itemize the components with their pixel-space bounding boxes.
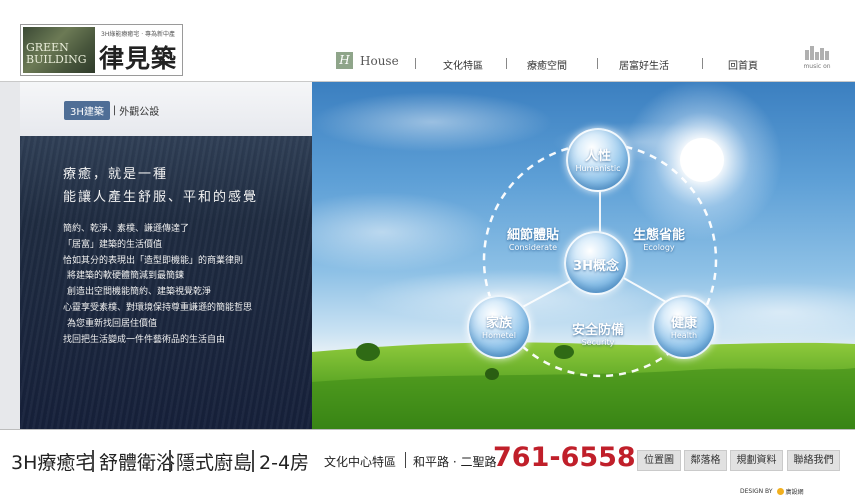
hero-image: 3H概念 人性 Humanistic 家族 Hometel 健康 Health …	[312, 82, 855, 429]
body-line: 「居富」建築的生活價值	[63, 239, 163, 250]
logo-name: 律見築	[99, 44, 178, 73]
body-line: 為您重新找回居住價值	[67, 318, 158, 329]
nav-item-home[interactable]: 回首頁	[728, 57, 758, 72]
music-toggle[interactable]: music on	[798, 46, 836, 70]
float-label-zh: 安全防備	[571, 323, 624, 338]
phone-number[interactable]: 761-6558	[493, 442, 636, 473]
float-label-zh: 生態省能	[632, 228, 685, 243]
footer-divider	[0, 429, 855, 430]
headline-line: 療癒，就是一種	[63, 167, 169, 182]
nav-item-healing-space[interactable]: 療癒空間	[527, 57, 567, 72]
site-header: GREEN BUILDING 3H綠能療癒宅 · 專為新中產 律見築 H Hou…	[0, 0, 855, 82]
concept-node-hometel[interactable]: 家族 Hometel	[467, 295, 531, 359]
body-line: 簡約、乾淨、素樸、謙遜傳達了	[63, 224, 190, 234]
feature-healing-home: 3H療癒宅	[11, 452, 95, 474]
green-building-logo-mark: GREEN BUILDING	[23, 27, 95, 73]
body-line: 將建築的軟硬體簡減到最簡鍊	[67, 271, 185, 282]
logo-tagline: 3H綠能療癒宅 · 專為新中產	[101, 31, 176, 38]
feature-rooms: 2-4房	[259, 452, 310, 474]
float-label-zh: 細節體貼	[506, 228, 559, 243]
float-label-en: Considerate	[508, 243, 558, 252]
node-label-zh: 家族	[485, 316, 512, 331]
nav-home-label: House	[360, 53, 399, 68]
footer-address: 和平路 · 二聖路	[413, 455, 497, 469]
site-logo[interactable]: GREEN BUILDING 3H綠能療癒宅 · 專為新中產 律見築	[20, 24, 183, 76]
node-label-zh: 人性	[584, 149, 611, 164]
nav-separator	[597, 58, 598, 69]
node-label-en: Hometel	[482, 331, 516, 340]
body-line: 恰如其分的表現出「造型即機能」的商業律則	[63, 255, 244, 266]
node-label-zh: 健康	[670, 316, 697, 331]
credit-logo-icon	[776, 488, 784, 495]
logo-mark-line1: GREEN	[26, 41, 69, 54]
footer-separator	[252, 450, 254, 472]
planning-info-button[interactable]: 規劃資料	[730, 450, 783, 471]
crumb-current: 外觀公設	[119, 107, 160, 118]
concept-center-node[interactable]: 3H概念	[564, 231, 628, 295]
footer-separator	[169, 450, 171, 472]
node-label-en: Health	[670, 331, 698, 340]
nav-separator	[415, 58, 416, 69]
design-credit[interactable]: DESIGN BY 廣設網	[740, 487, 804, 496]
nav-home[interactable]: H House	[336, 52, 399, 69]
footer-location: 文化中心特區	[324, 455, 397, 469]
nav-separator	[702, 58, 703, 69]
feature-bath: 舒體衛浴	[99, 452, 176, 474]
feature-kitchen: 隱式廚島	[176, 452, 253, 474]
float-label-en: Security	[581, 338, 615, 347]
float-label-en: Ecology	[643, 243, 675, 252]
contact-button[interactable]: 聯絡我們	[787, 450, 840, 471]
body-line: 心靈享受素樸、對環境保持尊重謙遜的簡能哲思	[63, 302, 253, 313]
label-security: 安全防備 Security	[563, 319, 633, 347]
credit-prefix: DESIGN BY	[740, 488, 773, 495]
nav-separator	[506, 58, 507, 69]
headline-line: 能讓人產生舒服、平和的感覺	[63, 190, 259, 205]
intro-headline: 療癒，就是一種 能讓人產生舒服、平和的感覺	[63, 163, 258, 209]
blog-button[interactable]: 鄰落格	[684, 450, 727, 471]
music-bars-icon	[798, 46, 836, 60]
label-considerate: 細節體貼 Considerate	[498, 224, 568, 252]
intro-body: 簡約、乾淨、素樸、謙遜傳達了 「居富」建築的生活價值 恰如其分的表現出「造型即機…	[63, 222, 252, 348]
footer-separator	[405, 452, 406, 468]
nav-item-culture[interactable]: 文化特區	[443, 57, 483, 72]
crumb-separator: |	[112, 105, 117, 116]
body-line: 找回把生活變成一件件藝術品的生活自由	[63, 334, 226, 345]
footer-separator	[92, 450, 94, 472]
map-button[interactable]: 位置圖	[637, 450, 681, 471]
node-label-en: Humanistic	[575, 164, 621, 173]
music-label: music on	[803, 63, 831, 70]
house-h-icon: H	[336, 52, 353, 69]
concept-node-health[interactable]: 健康 Health	[652, 295, 716, 359]
left-edge	[0, 82, 20, 429]
label-ecology: 生態省能 Ecology	[624, 224, 694, 252]
nav-item-good-life[interactable]: 居富好生活	[619, 57, 669, 72]
crumb-tag[interactable]: 3H建築	[64, 101, 110, 120]
logo-mark-line2: BUILDING	[26, 53, 87, 66]
concept-node-humanistic[interactable]: 人性 Humanistic	[566, 128, 630, 192]
breadcrumb: 3H建築 | 外觀公設	[64, 101, 159, 120]
center-node-label: 3H概念	[573, 259, 619, 274]
body-line: 創造出空間機能簡約、建築視覺乾淨	[67, 287, 212, 298]
credit-name: 廣設網	[785, 489, 804, 496]
